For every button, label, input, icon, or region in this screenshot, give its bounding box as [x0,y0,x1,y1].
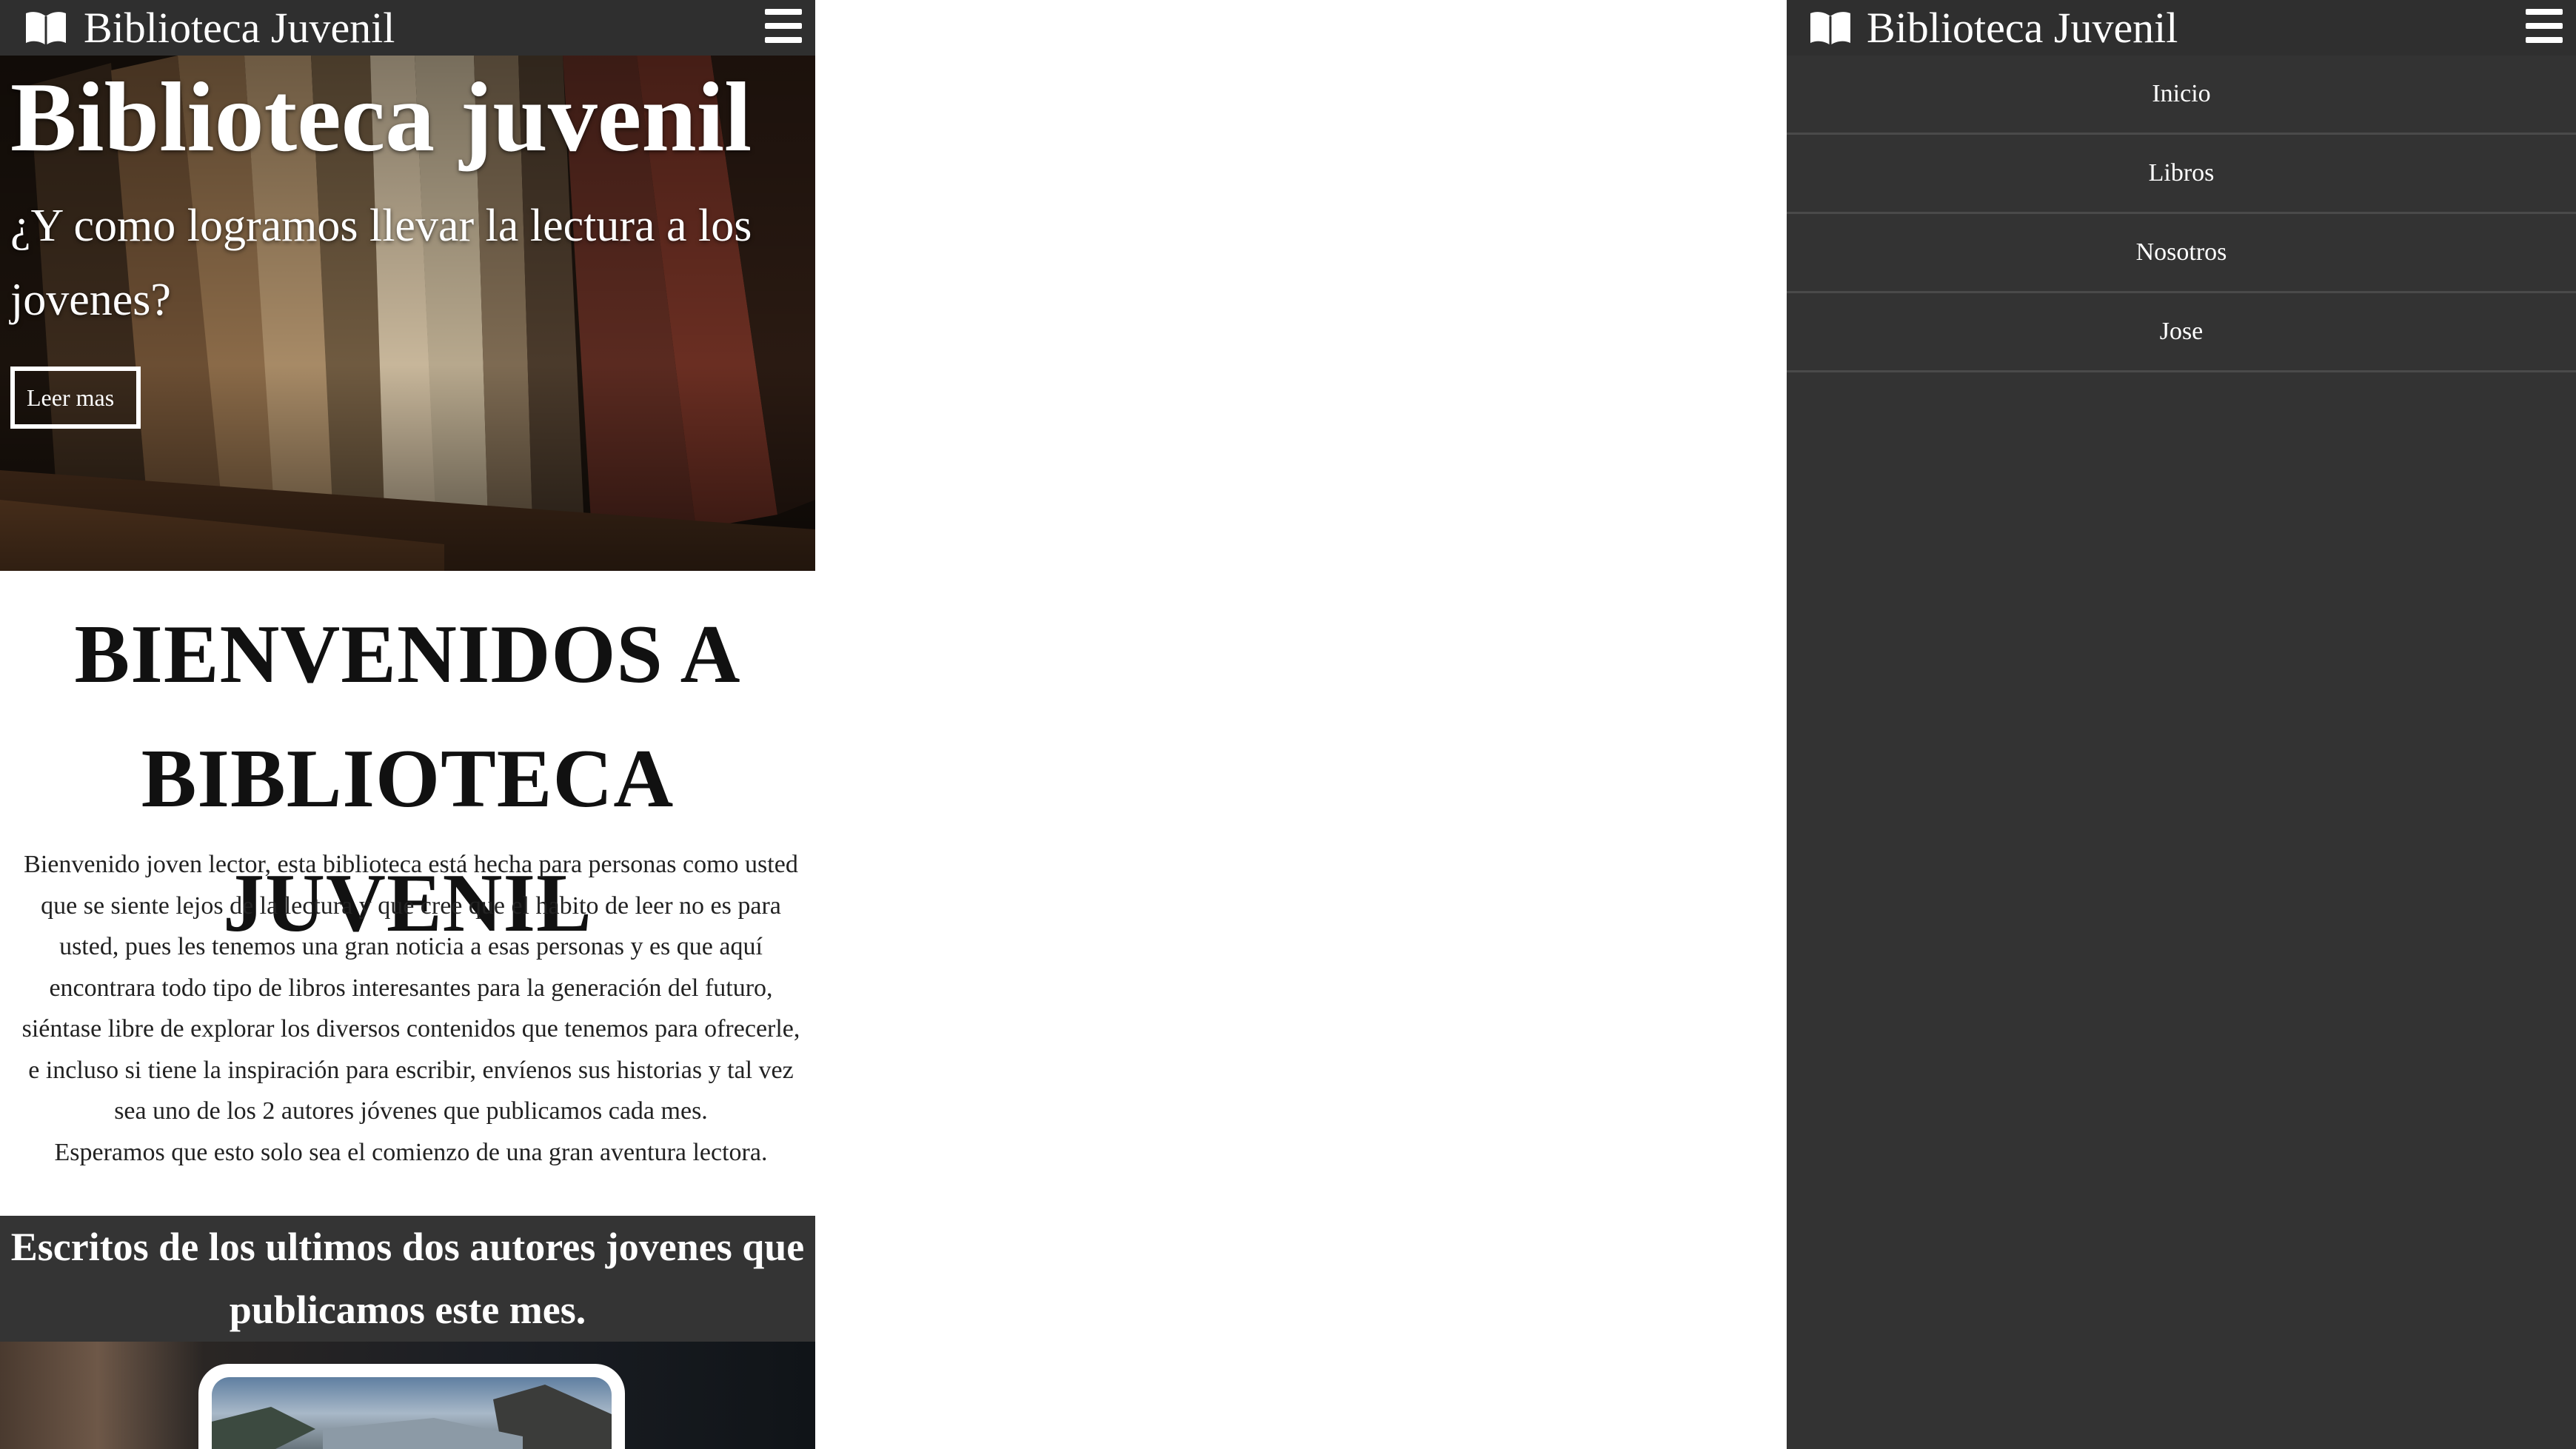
authors-gallery [0,1342,815,1449]
welcome-closing: Esperamos que esto solo sea el comienzo … [54,1138,768,1166]
mobile-home-page: Biblioteca Juvenil Biblioteca juvenil ¿Y… [0,0,815,1449]
authors-section-heading: Escritos de los ultimos dos autores jove… [0,1216,815,1342]
brand-title[interactable]: Biblioteca Juvenil [1867,0,2178,56]
menu-item-jose[interactable]: Jose [1787,293,2576,372]
navbar: Biblioteca Juvenil [1787,0,2576,56]
read-more-button[interactable]: Leer mas [10,367,141,429]
welcome-text: Bienvenido joven lector, esta biblioteca… [15,844,807,1173]
hero-banner: Biblioteca juvenil ¿Y como logramos llev… [0,56,815,571]
hero-title: Biblioteca juvenil [10,62,752,172]
hamburger-icon[interactable] [765,9,802,43]
brand-title[interactable]: Biblioteca Juvenil [84,0,395,56]
menu-item-libros[interactable]: Libros [1787,135,2576,214]
hamburger-icon[interactable] [2526,9,2563,43]
open-book-icon[interactable] [1809,9,1852,46]
nav-menu: Inicio Libros Nosotros Jose [1787,56,2576,372]
author-card-image [212,1377,612,1449]
navbar: Biblioteca Juvenil [0,0,815,56]
hero-subtitle: ¿Y como logramos llevar la lectura a los… [10,201,752,325]
menu-item-inicio[interactable]: Inicio [1787,56,2576,135]
mobile-menu-page: Biblioteca Juvenil Inicio Libros Nosotro… [1787,0,2576,1449]
author-card[interactable] [198,1364,625,1449]
menu-item-nosotros[interactable]: Nosotros [1787,214,2576,293]
open-book-icon[interactable] [24,9,67,46]
welcome-paragraph: Bienvenido joven lector, esta biblioteca… [21,851,800,1125]
